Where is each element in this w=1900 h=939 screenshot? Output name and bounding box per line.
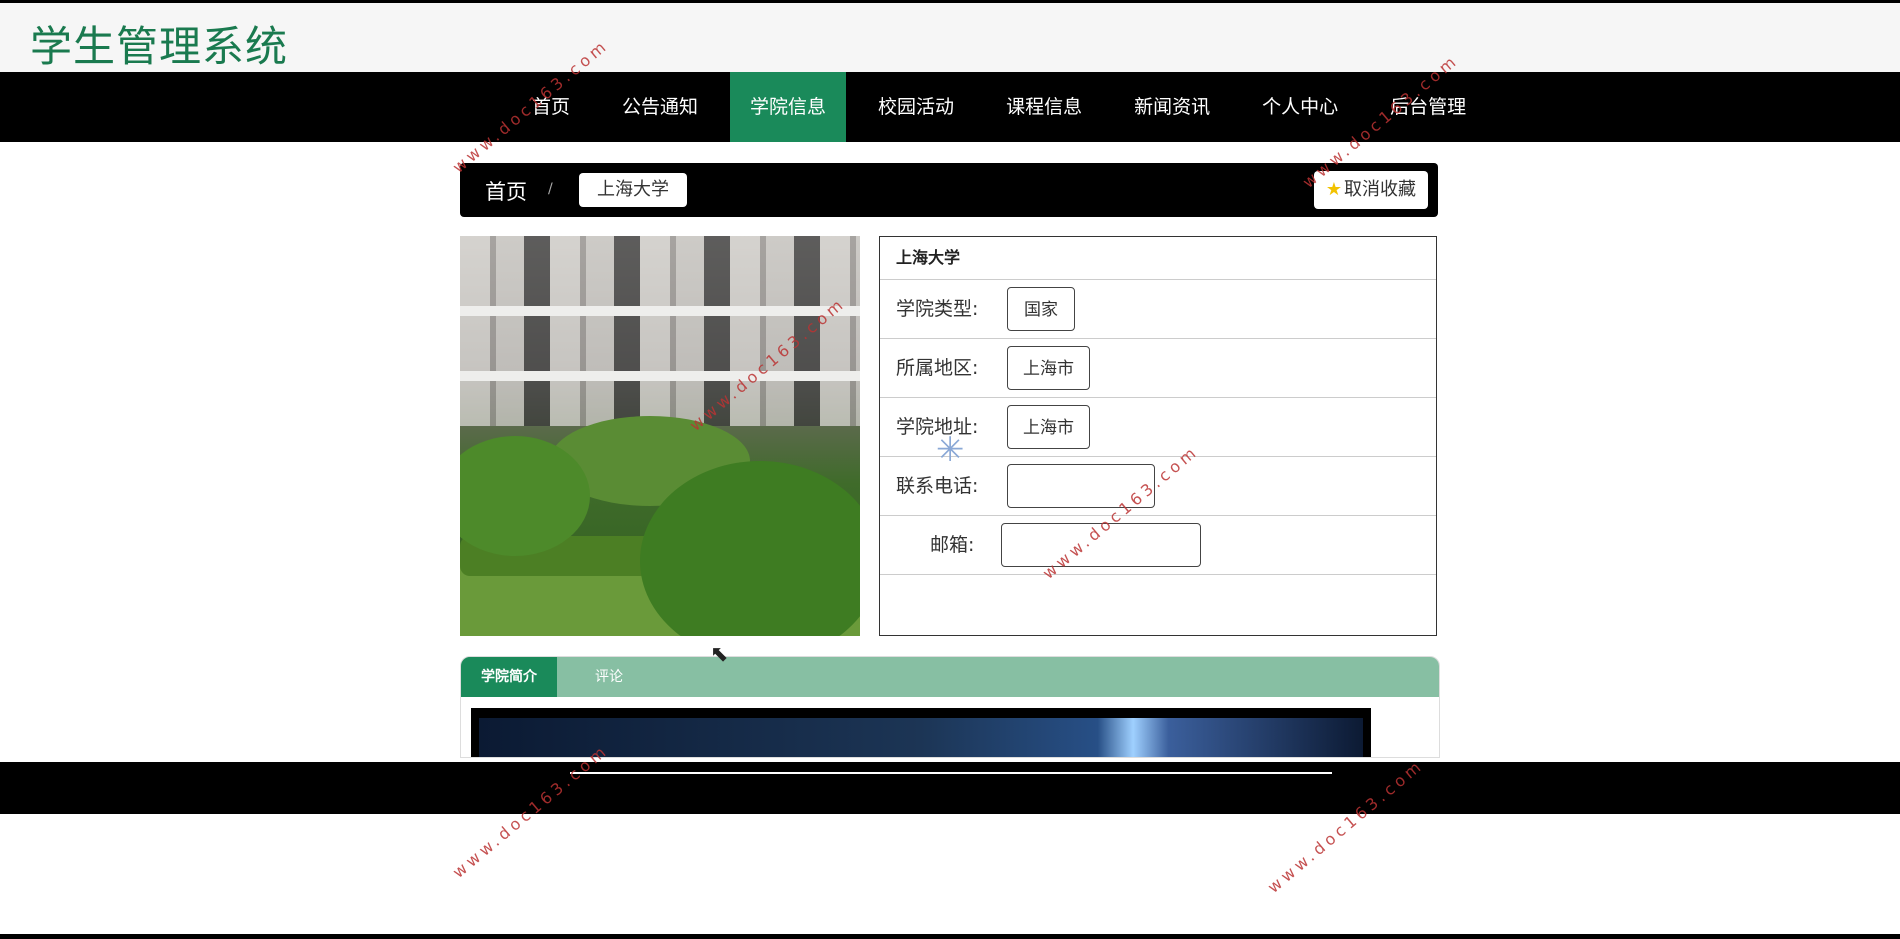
breadcrumb-current: 上海大学 <box>579 173 687 207</box>
info-value-type: 国家 <box>1007 287 1075 331</box>
tab-comments[interactable]: 评论 <box>557 657 661 697</box>
info-label: 邮箱: <box>930 534 975 556</box>
nav-item-news[interactable]: 新闻资讯 <box>1114 72 1230 142</box>
star-icon: ★ <box>1325 179 1342 200</box>
info-value-region: 上海市 <box>1007 346 1090 390</box>
main-nav: 首页 公告通知 学院信息 校园活动 课程信息 新闻资讯 个人中心 后台管理 <box>0 72 1900 142</box>
info-value-address: 上海市 <box>1007 405 1090 449</box>
banner-sky <box>479 718 1363 757</box>
footer <box>0 762 1900 814</box>
info-row-region: 所属地区: 上海市 <box>880 339 1436 398</box>
photo-floor <box>460 306 860 316</box>
top-header: 学生管理系统 <box>0 0 1900 72</box>
mouse-cursor-icon: ⬉ <box>710 642 729 667</box>
info-row-type: 学院类型: 国家 <box>880 280 1436 339</box>
bottom-border <box>0 934 1900 939</box>
info-label: 所属地区: <box>896 357 979 379</box>
info-label: 学院类型: <box>896 298 979 320</box>
breadcrumb: 首页 / 上海大学 ★ 取消收藏 <box>460 163 1438 217</box>
nav-item-campus-activities[interactable]: 校园活动 <box>858 72 974 142</box>
photo-floor <box>460 371 860 381</box>
breadcrumb-home-link[interactable]: 首页 <box>485 176 527 206</box>
loading-spinner-icon: ✳ <box>936 430 965 470</box>
college-name: 上海大学 <box>880 237 1436 280</box>
unfavorite-label: 取消收藏 <box>1344 179 1416 200</box>
tab-introduction[interactable]: 学院简介 <box>461 657 557 697</box>
detail-tabs: 学院简介 评论 <box>460 656 1440 758</box>
nav-item-notices[interactable]: 公告通知 <box>602 72 718 142</box>
unfavorite-button[interactable]: ★ 取消收藏 <box>1313 171 1428 209</box>
nav-item-courses[interactable]: 课程信息 <box>986 72 1102 142</box>
info-row-email: 邮箱: <box>880 516 1436 575</box>
site-title: 学生管理系统 <box>30 22 289 71</box>
tab-bar: 学院简介 评论 <box>461 657 1439 697</box>
nav-item-personal-center[interactable]: 个人中心 <box>1242 72 1358 142</box>
footer-divider <box>570 772 1332 774</box>
nav-item-college-info[interactable]: 学院信息 <box>730 72 847 142</box>
breadcrumb-separator: / <box>548 181 553 197</box>
nav-items: 首页 公告通知 学院信息 校园活动 课程信息 新闻资讯 个人中心 后台管理 <box>512 72 1498 142</box>
college-photo <box>460 236 860 636</box>
